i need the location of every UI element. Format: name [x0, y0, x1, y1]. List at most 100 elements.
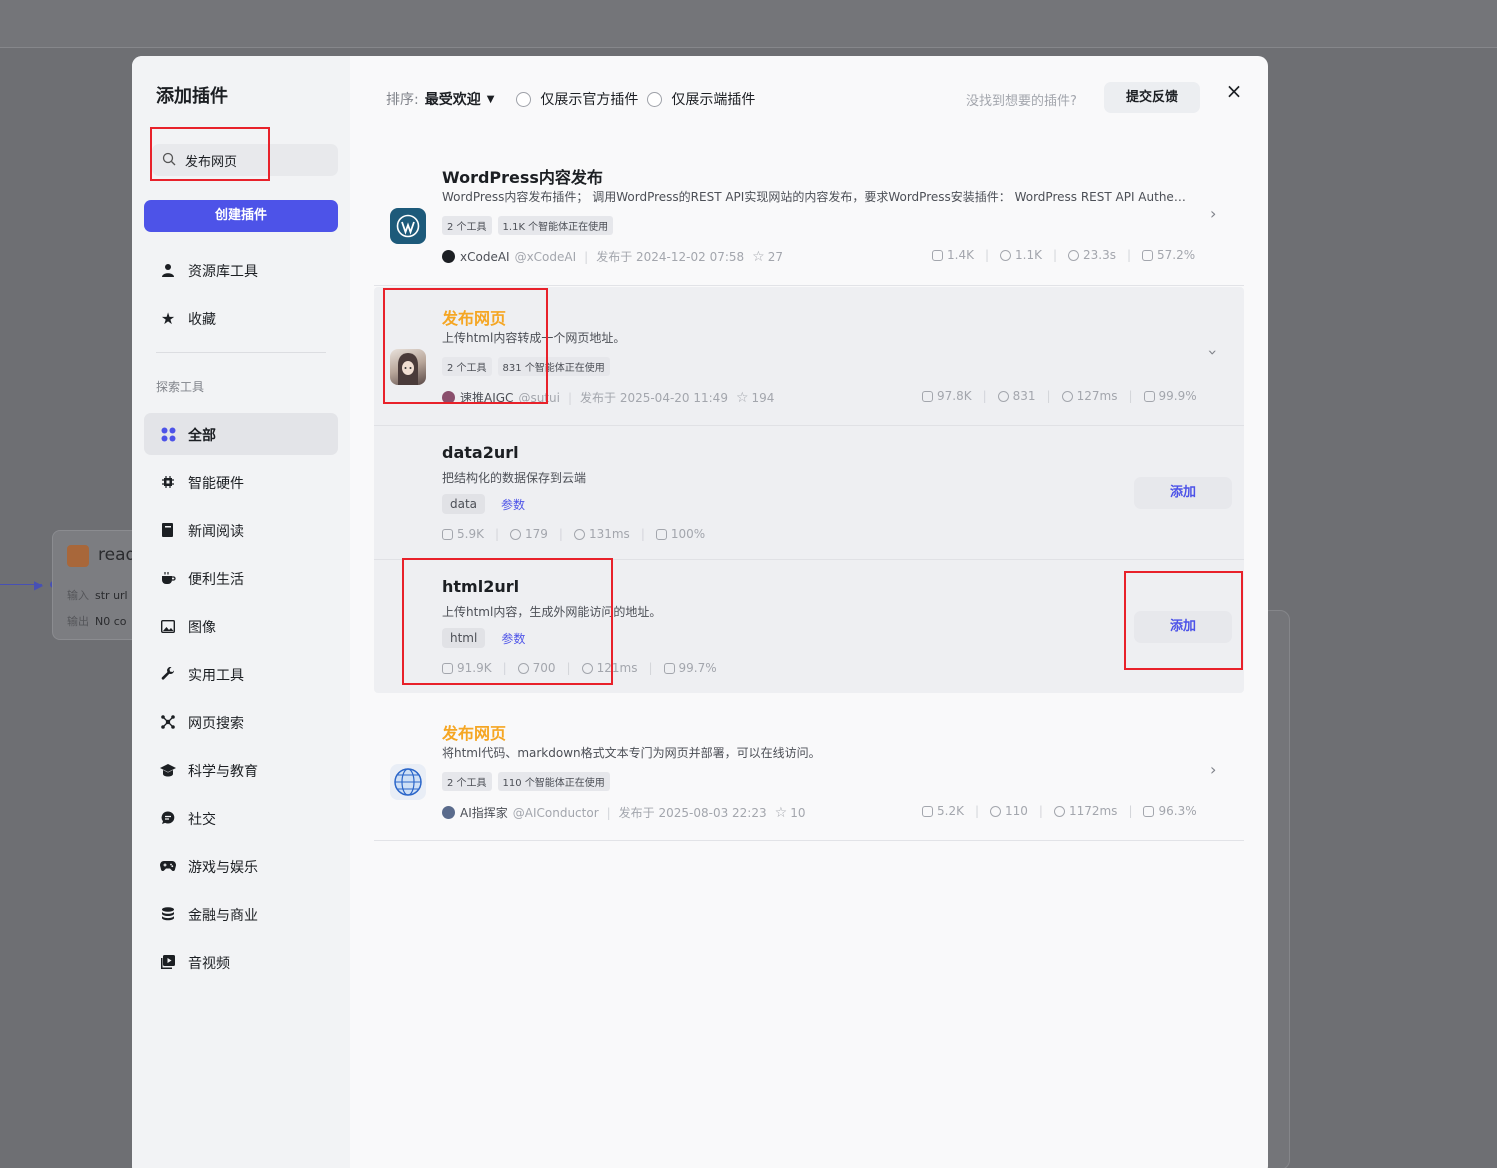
author-name[interactable]: 速推AIGC — [460, 389, 513, 406]
plugin-tags: 2 个工具 110 个智能体正在使用 — [442, 772, 610, 791]
create-plugin-button[interactable]: 创建插件 — [144, 200, 338, 232]
stat-calls: 91.9K — [457, 661, 492, 675]
author-name[interactable]: xCodeAI — [460, 250, 510, 264]
sort-dropdown[interactable]: 最受欢迎 — [425, 89, 481, 109]
chevron-right-icon[interactable]: › — [1210, 760, 1216, 779]
plugin-card-publish-webpage-2[interactable]: 发布网页 将html代码、markdown格式文本专门为网页并部署，可以在线访问… — [374, 704, 1244, 840]
plugin-stats: 5.2K | 110 | 1172ms | 96.3% — [922, 804, 1197, 818]
tool-name: data2url — [442, 443, 519, 462]
author-avatar — [442, 250, 455, 263]
sidebar-item-all[interactable]: 全部 — [144, 413, 338, 455]
chevron-down-icon[interactable]: › — [1204, 349, 1223, 355]
chip-icon — [160, 474, 176, 490]
usage-count-tag: 831 个智能体正在使用 — [497, 357, 610, 376]
sidebar-item-science-education[interactable]: 科学与教育 — [144, 749, 338, 791]
close-icon[interactable]: × — [1224, 81, 1244, 101]
bot-icon — [922, 805, 933, 817]
stat-latency: 127ms — [1076, 389, 1118, 403]
success-rate-icon — [1142, 249, 1154, 261]
sidebar-item-image[interactable]: 图像 — [144, 605, 338, 647]
user-icon — [160, 262, 176, 278]
sidebar-item-library-tools[interactable]: 资源库工具 — [144, 249, 338, 291]
client-only-radio[interactable] — [647, 91, 663, 107]
chat-icon — [160, 810, 176, 826]
sidebar-item-smart-hardware[interactable]: 智能硬件 — [144, 461, 338, 503]
success-rate-icon — [655, 528, 667, 540]
sidebar-item-label: 新闻阅读 — [188, 524, 244, 540]
stat-success: 99.9% — [1158, 389, 1197, 403]
tool-stats: 91.9K | 700 | 121ms | 99.7% — [442, 661, 717, 675]
plugin-stats: 1.4K | 1.1K | 23.3s | 57.2% — [932, 248, 1195, 262]
sidebar-item-audio-video[interactable]: 音视频 — [144, 941, 338, 983]
plugin-tags: 2 个工具 1.1K 个智能体正在使用 — [442, 216, 614, 235]
separator: | — [584, 249, 589, 264]
cup-icon — [160, 570, 176, 586]
sidebar-item-convenient-life[interactable]: 便利生活 — [144, 557, 338, 599]
client-only-label[interactable]: 仅展示端插件 — [671, 89, 755, 109]
sidebar-item-utility-tools[interactable]: 实用工具 — [144, 653, 338, 695]
tool-divider — [374, 559, 1244, 560]
author-handle: @AIConductor — [512, 805, 599, 820]
star-count: 10 — [790, 805, 806, 820]
bot-icon — [932, 249, 943, 261]
add-plugin-modal: 添加插件 发布网页 创建插件 资源库工具 ★ 收藏 探索工具 全部 智能硬件 新… — [132, 56, 1268, 1168]
stat-calls: 5.2K — [937, 804, 964, 818]
tool-stats: 5.9K | 179 | 131ms | 100% — [442, 527, 705, 541]
plugin-tags: 2 个工具 831 个智能体正在使用 — [442, 357, 610, 376]
feedback-hint: 没找到想要的插件? — [966, 94, 1077, 109]
usage-count-tag: 110 个智能体正在使用 — [497, 772, 610, 791]
chevron-right-icon[interactable]: › — [1210, 204, 1216, 223]
author-name[interactable]: AI指挥家 — [460, 804, 508, 821]
author-avatar — [442, 391, 455, 404]
params-link[interactable]: 参数 — [501, 496, 525, 513]
publish-date: 发布于 2025-08-03 22:23 — [618, 806, 767, 820]
plugin-card-wordpress[interactable]: WordPress内容发布 WordPress内容发布插件； 调用WordPre… — [374, 148, 1244, 284]
plugin-author-row: AI指挥家 @AIConductor | 发布于 2025-08-03 22:2… — [442, 804, 805, 821]
plugin-card-publish-webpage-expanded: 发布网页 上传html内容转成一个网页地址。 2 个工具 831 个智能体正在使… — [374, 287, 1244, 693]
clock-icon — [573, 528, 585, 540]
param-chip: data — [442, 494, 486, 514]
sidebar-divider — [156, 352, 326, 353]
sidebar-item-web-search[interactable]: 网页搜索 — [144, 701, 338, 743]
explore-section-label: 探索工具 — [156, 380, 205, 394]
tool-description: 把结构化的数据保存到云端 — [442, 471, 587, 485]
stat-success: 57.2% — [1157, 248, 1196, 262]
grid-icon — [160, 426, 176, 442]
node-output-row: 输出 N0 co — [67, 615, 127, 628]
plugin-sidebar: 添加插件 发布网页 创建插件 资源库工具 ★ 收藏 探索工具 全部 智能硬件 新… — [132, 56, 350, 1168]
search-input[interactable]: 发布网页 — [152, 144, 338, 176]
success-rate-icon — [1143, 805, 1155, 817]
stat-calls: 5.9K — [457, 527, 484, 541]
submit-feedback-button[interactable]: 提交反馈 — [1104, 82, 1200, 113]
sort-label: 排序: — [386, 92, 419, 108]
params-link[interactable]: 参数 — [501, 630, 525, 647]
add-html2url-button[interactable]: 添加 — [1134, 611, 1232, 643]
separator: | — [606, 805, 611, 820]
sidebar-item-label: 便利生活 — [188, 572, 244, 588]
usage-count-tag: 1.1K 个智能体正在使用 — [497, 216, 614, 235]
card-divider — [374, 840, 1244, 841]
node-title: read — [98, 545, 137, 565]
tool-count-tag: 2 个工具 — [442, 357, 492, 376]
add-data2url-button[interactable]: 添加 — [1134, 477, 1232, 509]
official-only-radio[interactable] — [516, 91, 532, 107]
official-only-label[interactable]: 仅展示官方插件 — [540, 89, 638, 109]
sidebar-item-social[interactable]: 社交 — [144, 797, 338, 839]
plugin-title: WordPress内容发布 — [442, 168, 603, 187]
sidebar-item-games[interactable]: 游戏与娱乐 — [144, 845, 338, 887]
clock-icon — [1061, 390, 1073, 402]
sidebar-item-label: 图像 — [188, 620, 216, 636]
sidebar-item-news[interactable]: 新闻阅读 — [144, 509, 338, 551]
sidebar-item-label: 实用工具 — [188, 668, 244, 684]
sidebar-item-favorites[interactable]: ★ 收藏 — [144, 297, 338, 339]
agent-icon — [510, 528, 521, 540]
stat-agents: 700 — [532, 661, 556, 675]
agent-icon — [1000, 249, 1011, 261]
gamepad-icon — [160, 858, 176, 874]
stat-success: 96.3% — [1158, 804, 1197, 818]
sidebar-item-finance[interactable]: 金融与商业 — [144, 893, 338, 935]
plugin-header[interactable]: 发布网页 上传html内容转成一个网页地址。 2 个工具 831 个智能体正在使… — [374, 287, 1244, 425]
search-icon — [162, 152, 176, 166]
caret-down-icon[interactable]: ▼ — [487, 94, 495, 105]
star-outline-icon: ☆ — [735, 389, 749, 406]
